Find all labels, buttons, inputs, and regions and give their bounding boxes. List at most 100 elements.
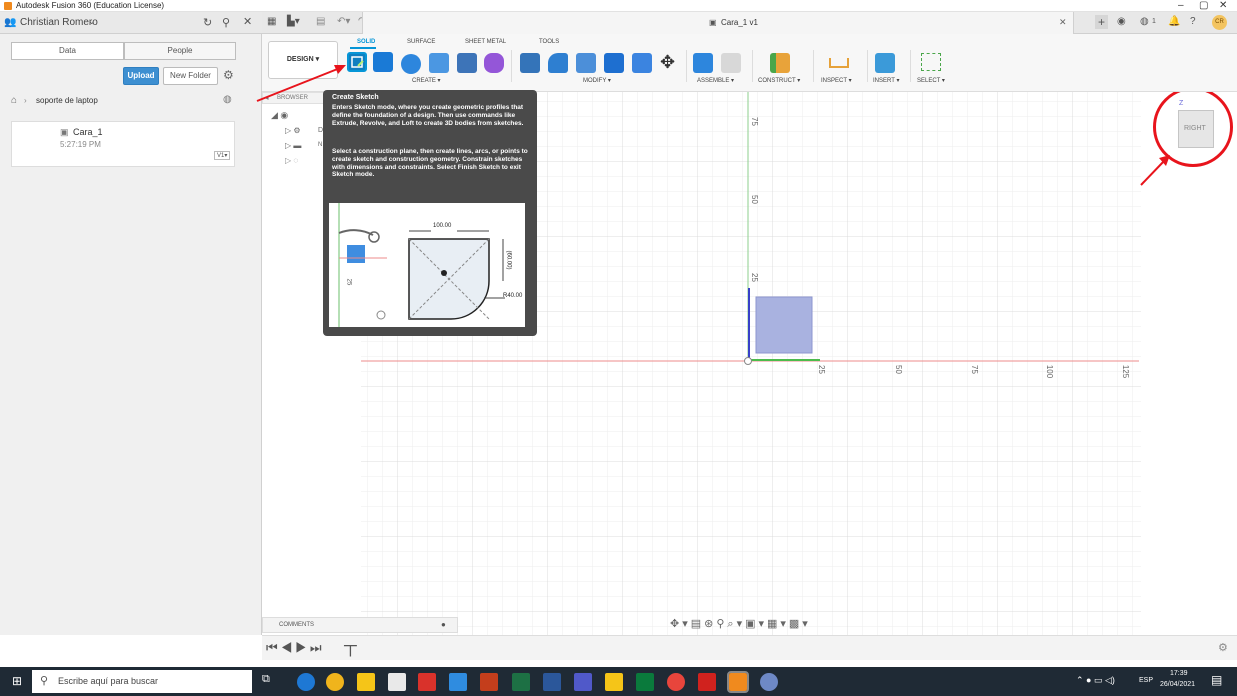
group-select[interactable]: SELECT ▾ [917,77,945,84]
avatar[interactable]: CR [1212,15,1227,30]
close-button[interactable]: ✕ [1219,0,1227,11]
language-indicator[interactable]: ESP [1139,677,1153,684]
maximize-button[interactable]: ▢ [1199,0,1208,11]
browser-icon[interactable] [667,673,685,691]
edge-icon[interactable] [297,673,315,691]
file-name[interactable]: Cara_1 [73,127,103,137]
group-inspect[interactable]: INSPECT ▾ [821,77,852,84]
new-folder-button[interactable]: New Folder [163,67,218,85]
word-icon[interactable] [543,673,561,691]
upload-button[interactable]: Upload [123,67,159,85]
extrude-icon[interactable] [373,52,393,72]
press-pull-icon[interactable] [520,53,540,73]
search-icon[interactable]: ⚲ [222,16,230,29]
select-icon[interactable] [921,53,941,71]
clock-date[interactable]: 26/04/2021 [1160,681,1195,688]
tab-tools[interactable]: TOOLS [539,39,559,45]
file-menu-icon[interactable]: ▙▾ [287,16,300,27]
tab-people[interactable]: People [124,42,236,60]
chamfer-icon[interactable] [576,53,596,73]
new-tab-icon[interactable]: + [1095,15,1109,29]
timeline-controls[interactable]: ⏮◀▶⏭ [266,640,325,656]
comments-panel[interactable]: COMMENTS ● [262,617,458,633]
search-placeholder[interactable]: Escribe aquí para buscar [58,676,158,686]
refresh-icon[interactable]: ↻ [203,16,212,29]
home-icon[interactable]: ⌂ [11,95,17,106]
group-create[interactable]: CREATE ▾ [412,77,441,84]
undo-icon[interactable]: ↶▾ [337,16,350,27]
tab-data[interactable]: Data [11,42,124,60]
action-center-icon[interactable]: ▤ [1211,673,1222,687]
insert-image-icon[interactable] [875,53,895,73]
expand-doc-settings-icon[interactable]: ▷ ⚙ [285,126,301,135]
project-icon[interactable] [636,673,654,691]
version-badge[interactable]: V1▾ [214,151,231,160]
globe-icon[interactable]: ◍ [223,94,232,105]
tick-h-125: 125 [1121,364,1131,379]
offset-plane-icon[interactable] [770,53,790,73]
store-icon[interactable] [388,673,406,691]
group-modify[interactable]: MODIFY ▾ [583,77,611,84]
pattern-icon[interactable] [457,53,477,73]
group-assemble[interactable]: ASSEMBLE ▾ [697,77,734,84]
sticky-notes-icon[interactable] [605,673,623,691]
browser-item-n[interactable]: N [318,142,322,148]
autocad-icon[interactable] [418,673,436,691]
shell-icon[interactable] [604,53,624,73]
workspace-switcher[interactable]: DESIGN ▾ [268,41,338,79]
fusion-360-icon[interactable] [727,671,749,693]
app-icon[interactable] [760,673,778,691]
fillet-icon[interactable] [548,53,568,73]
joint-icon[interactable] [721,53,741,73]
expand-root-icon[interactable]: ◢ ◉ [271,110,288,121]
document-tab[interactable]: ▣ Cara_1 v1 ✕ [362,12,1074,34]
new-component-icon[interactable] [693,53,713,73]
combine-icon[interactable] [632,53,652,73]
timeline-settings-icon[interactable]: ⚙ [1218,641,1228,654]
taskbar-search-box[interactable]: ⚲ Escribe aquí para buscar [32,670,252,693]
breadcrumb[interactable]: soporte de laptop [36,96,98,105]
windows-start-icon[interactable]: ⊞ [12,674,22,688]
system-tray-icons[interactable]: ⌃ ● ▭ ◁) [1076,675,1115,686]
comments-toggle-icon[interactable]: ● [441,620,446,629]
group-construct[interactable]: CONSTRUCT ▾ [758,77,800,84]
notification-bell-icon[interactable]: 🔔 [1168,16,1180,27]
grid-menu-icon[interactable]: ▦ [267,16,276,27]
close-panel-icon[interactable]: ✕ [243,15,252,28]
help-icon[interactable]: ? [1190,16,1196,27]
powerpoint-icon[interactable] [480,673,498,691]
create-sketch-icon[interactable] [347,52,367,72]
tab-surface[interactable]: SURFACE [407,39,435,45]
navigation-bar[interactable]: ✥▾▤⊛⚲⌕▾▣▾▦▾▩▾ [670,617,830,633]
timeline-marker-icon[interactable]: ┬ [344,635,357,656]
gear-icon[interactable]: ⚙ [223,68,234,82]
form-icon[interactable] [484,53,504,73]
photos-icon[interactable] [449,673,467,691]
group-insert[interactable]: INSERT ▾ [873,77,899,84]
expand-origin-icon[interactable]: ▷ ◌ [285,156,298,165]
save-icon[interactable]: ▤ [316,16,325,27]
measure-icon[interactable] [829,58,849,68]
chevron-down-icon[interactable]: ⌄ [88,16,96,27]
clock-time[interactable]: 17:39 [1170,670,1188,677]
hole-icon[interactable] [429,53,449,73]
browser-header[interactable]: ◂ BROWSER [262,92,326,104]
user-name[interactable]: Christian Romero [20,17,98,28]
acrobat-icon[interactable] [698,673,716,691]
tab-solid[interactable]: SOLID [357,39,375,45]
file-card[interactable]: ▣ Cara_1 5:27:19 PM V1▾ [11,121,235,167]
excel-icon[interactable] [512,673,530,691]
revolve-icon[interactable] [401,54,421,74]
expand-named-views-icon[interactable]: ▷ ▬ [285,141,301,150]
collapse-icon[interactable]: ◂ [265,94,269,102]
task-view-icon[interactable]: ⧉ [262,673,280,691]
job-status-icon[interactable]: ◍ [1140,16,1149,27]
move-icon[interactable]: ✥ [660,52,675,73]
minimize-button[interactable]: – [1178,0,1184,11]
tab-sheet-metal[interactable]: SHEET METAL [465,39,506,45]
chrome-icon[interactable] [326,673,344,691]
teams-icon[interactable] [574,673,592,691]
close-tab-icon[interactable]: ✕ [1059,17,1067,28]
file-explorer-icon[interactable] [357,673,375,691]
extensions-icon[interactable]: ◉ [1117,16,1126,27]
